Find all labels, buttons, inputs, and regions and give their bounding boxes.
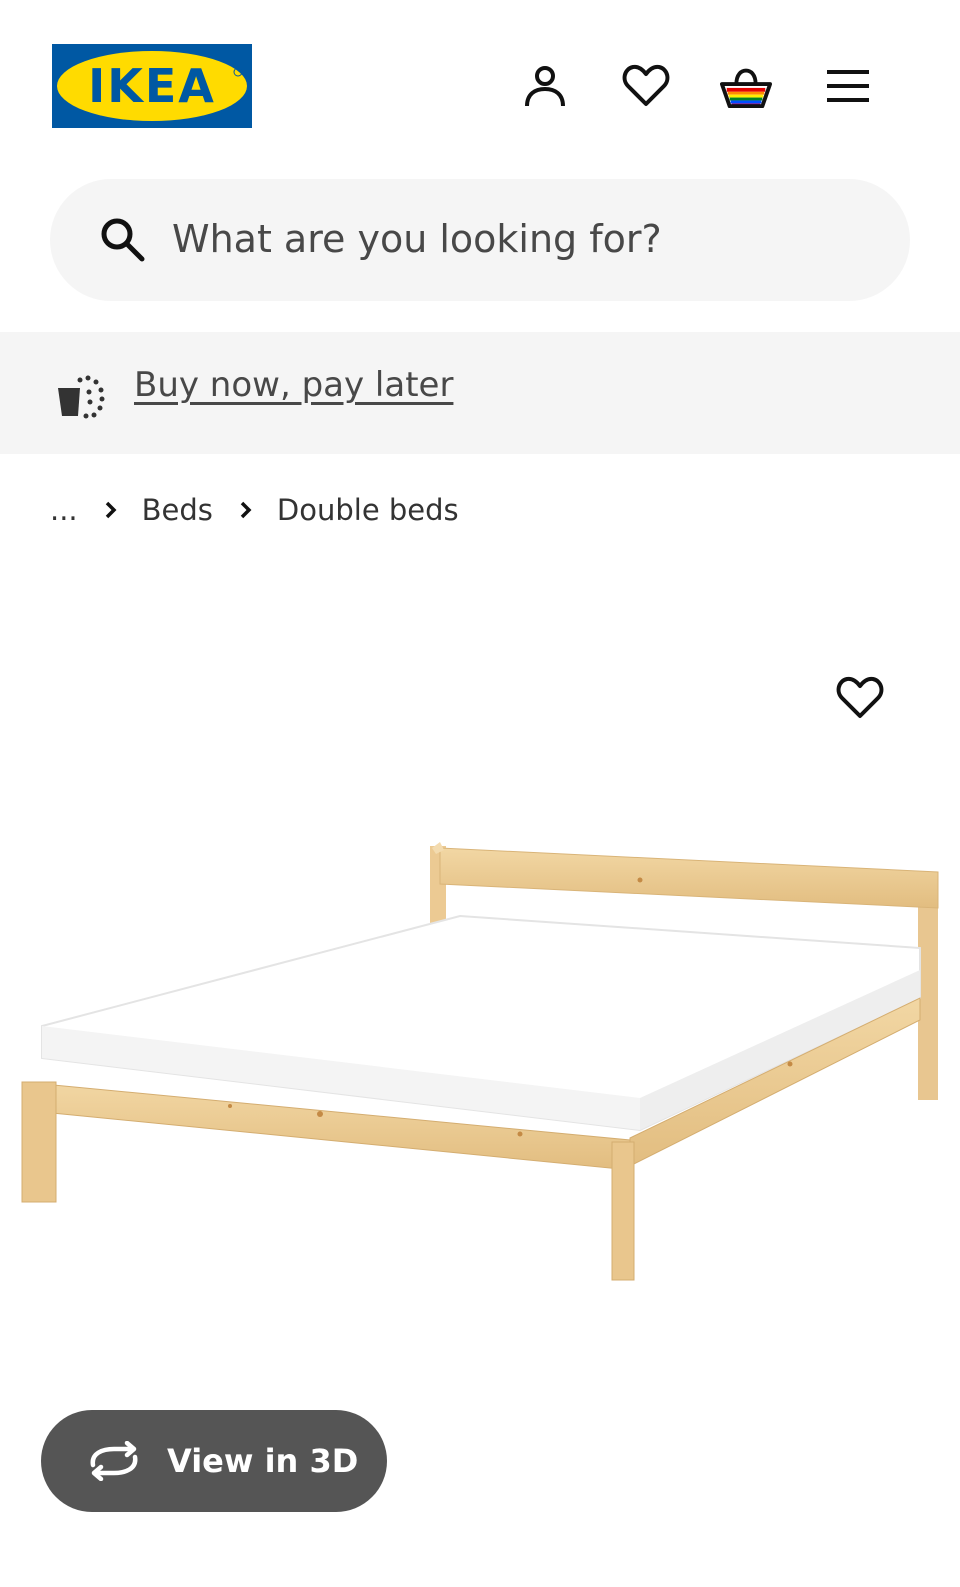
buy-now-pay-later-link[interactable]: Buy now, pay later	[134, 365, 453, 405]
add-to-wishlist-heart-icon[interactable]	[832, 670, 888, 726]
user-icon[interactable]	[519, 60, 571, 112]
payment-banner: Buy now, pay later	[0, 332, 960, 454]
rotate-3d-icon	[87, 1440, 141, 1482]
product-image[interactable]	[0, 820, 960, 1320]
breadcrumb: ... Beds Double beds	[50, 488, 459, 532]
chevron-right-icon	[98, 498, 122, 522]
menu-icon[interactable]	[822, 60, 874, 112]
view-in-3d-button[interactable]: View in 3D	[41, 1410, 387, 1512]
search-icon	[98, 215, 146, 263]
breadcrumb-item-double-beds[interactable]: Double beds	[277, 493, 459, 527]
payment-installments-icon	[54, 372, 110, 420]
svg-text:IKEA: IKEA	[88, 59, 216, 113]
search-input[interactable]	[172, 209, 852, 269]
ikea-logo[interactable]: IKEA	[52, 44, 252, 128]
search-bar[interactable]	[50, 179, 910, 301]
breadcrumb-ellipsis[interactable]: ...	[50, 493, 78, 527]
wishlist-heart-icon[interactable]	[620, 60, 672, 112]
breadcrumb-item-beds[interactable]: Beds	[142, 493, 213, 527]
chevron-right-icon	[233, 498, 257, 522]
shopping-bag-icon[interactable]	[720, 60, 772, 112]
view-in-3d-label: View in 3D	[167, 1442, 359, 1480]
